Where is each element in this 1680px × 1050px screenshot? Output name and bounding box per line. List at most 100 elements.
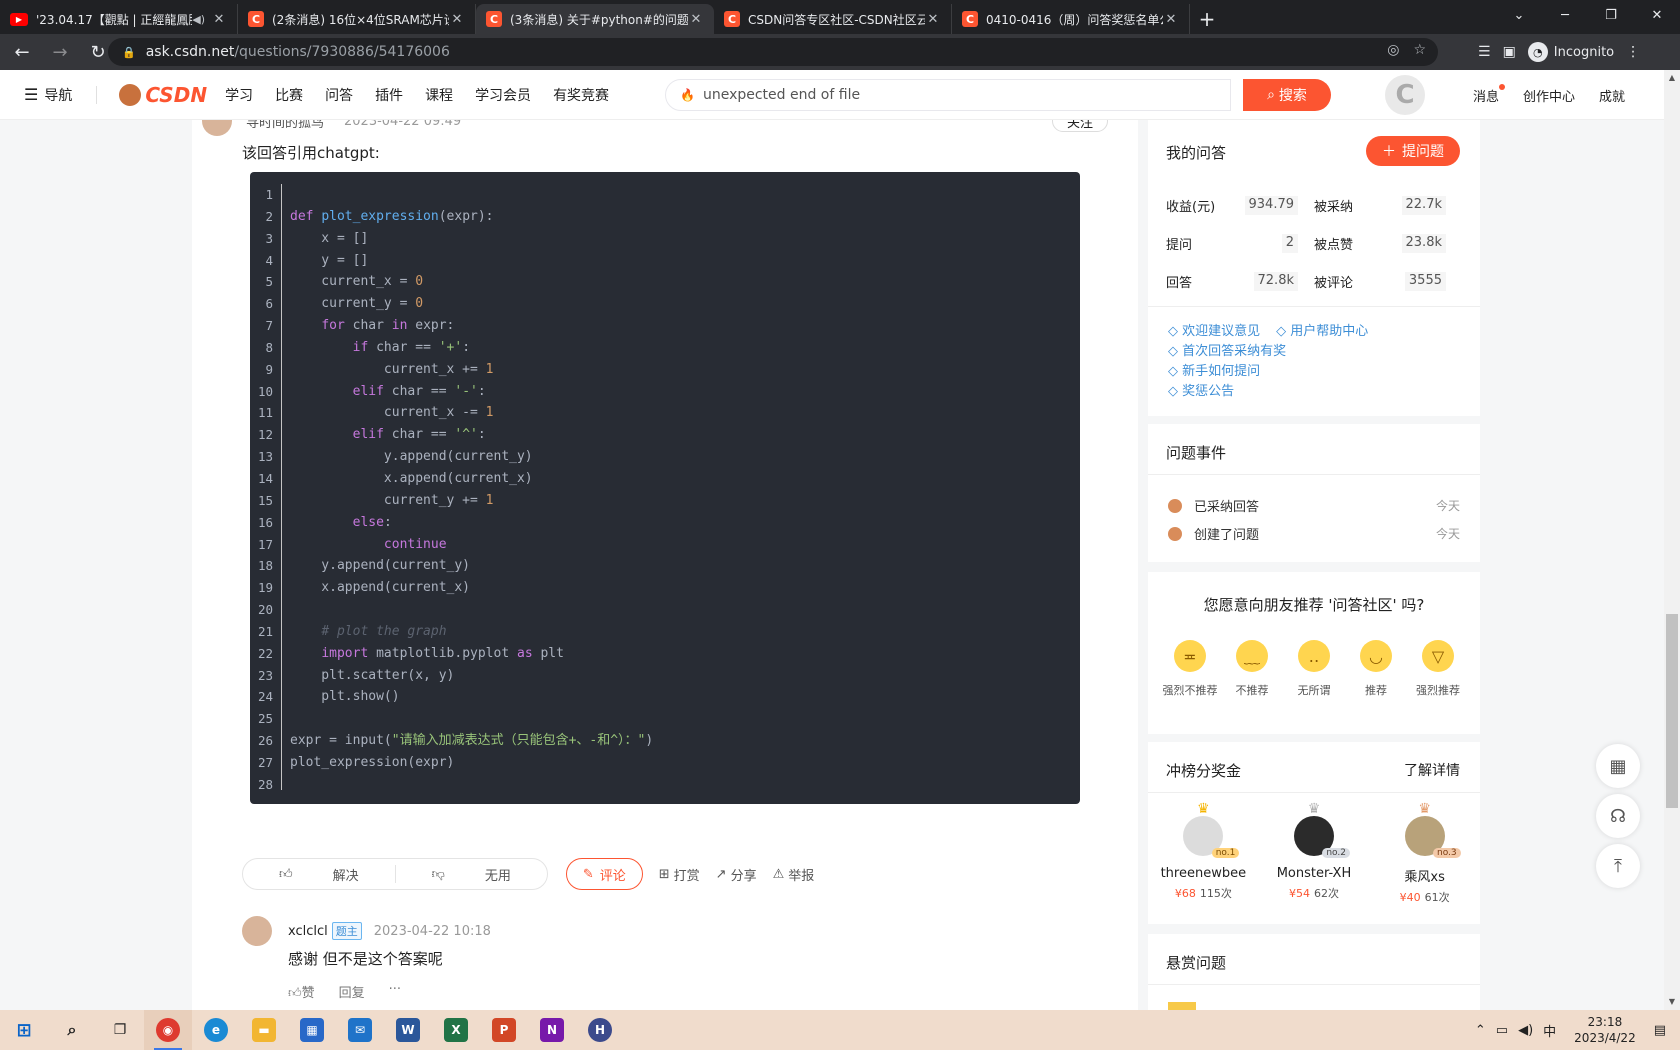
clock[interactable]: 23:18 2023/4/22: [1574, 1014, 1636, 1046]
reading-list-icon[interactable]: ☰: [1478, 44, 1491, 60]
scroll-down-icon[interactable]: ▼: [1664, 994, 1680, 1010]
nav-menu-button[interactable]: ☰ 导航: [24, 85, 72, 105]
close-tab-icon[interactable]: ✕: [211, 12, 227, 27]
taskbar-powerpoint[interactable]: P: [480, 1010, 528, 1050]
nav-item-contest[interactable]: 比赛: [275, 85, 303, 105]
address-bar[interactable]: 🔒 ask.csdn.net/questions/7930886/5417600…: [108, 38, 1438, 66]
incognito-indicator[interactable]: ◔ Incognito: [1527, 42, 1614, 62]
useless-button[interactable]: 👎︎ 无用: [396, 865, 547, 884]
comment-user[interactable]: xclclcl: [288, 924, 328, 939]
back-icon[interactable]: ←: [6, 36, 38, 68]
volume-icon[interactable]: ◀): [1518, 1023, 1533, 1038]
link-first-answer[interactable]: ◇ 首次回答采纳有奖: [1168, 342, 1368, 362]
reward-button[interactable]: ⊞ 打赏: [659, 865, 700, 884]
task-view[interactable]: ❐: [96, 1010, 144, 1050]
close-window-icon[interactable]: ✕: [1634, 0, 1680, 30]
taskbar-store[interactable]: ▦: [288, 1010, 336, 1050]
customer-service-button[interactable]: ☊: [1596, 794, 1640, 838]
scroll-up-icon[interactable]: ▲: [1664, 70, 1680, 86]
taskbar-explorer[interactable]: ▬: [240, 1010, 288, 1050]
rank-item[interactable]: ♛ no.3 乘风xs ¥40 61次: [1375, 802, 1475, 905]
rating-not[interactable]: ﹏ 不推荐: [1222, 640, 1282, 698]
search-input[interactable]: 🔥 unexpected end of file: [665, 79, 1231, 111]
taskbar-chrome[interactable]: ◉: [144, 1010, 192, 1050]
nav-item-learn[interactable]: 学习: [225, 85, 253, 105]
follow-button[interactable]: 关注: [1051, 120, 1108, 132]
nav-item-qa[interactable]: 问答: [325, 85, 353, 105]
restore-icon[interactable]: ❐: [1588, 0, 1634, 30]
csdn-logo[interactable]: CSDN: [119, 83, 207, 107]
messages-link[interactable]: 消息: [1473, 83, 1506, 105]
rating-recommend[interactable]: ◡ 推荐: [1346, 640, 1406, 698]
taskbar-app[interactable]: H: [576, 1010, 624, 1050]
user-avatar[interactable]: C: [1385, 75, 1425, 115]
back-to-top-button[interactable]: ⤒: [1596, 844, 1640, 888]
close-tab-icon[interactable]: ✕: [449, 12, 465, 27]
link-feedback[interactable]: ◇ 欢迎建议意见: [1168, 322, 1260, 342]
ime-indicator[interactable]: 中: [1543, 1021, 1556, 1040]
share-button[interactable]: ↗ 分享: [716, 865, 757, 884]
scroll-thumb[interactable]: [1666, 614, 1678, 808]
taskbar-edge[interactable]: e: [192, 1010, 240, 1050]
taskbar-onenote[interactable]: N: [528, 1010, 576, 1050]
nav-item-plugin[interactable]: 插件: [375, 85, 403, 105]
taskbar-mail[interactable]: ✉: [336, 1010, 384, 1050]
taskbar-search[interactable]: ⌕: [48, 1010, 96, 1050]
close-tab-icon[interactable]: ✕: [925, 12, 941, 27]
side-panel-icon[interactable]: ▣: [1503, 44, 1516, 60]
browser-tab-3[interactable]: C (3条消息) 关于#python#的问题, ✕: [476, 4, 714, 34]
ask-question-button[interactable]: ＋ 提问题: [1366, 136, 1460, 166]
solve-label: 解决: [332, 868, 359, 884]
browser-tab-1[interactable]: ▶ '23.04.17【觀點 | 正經龍鳳胎 ◀) ✕: [0, 4, 238, 34]
rating-strongly-not[interactable]: ≖ 强烈不推荐: [1160, 640, 1220, 698]
network-icon[interactable]: ▭: [1496, 1023, 1508, 1038]
browser-tab-2[interactable]: C (2条消息) 16位×4位SRAM芯片设 ✕: [238, 4, 476, 34]
avatar[interactable]: [242, 916, 272, 946]
browser-tab-5[interactable]: C 0410-0416（周）问答奖惩名单公 ✕: [952, 4, 1190, 34]
link-help-center[interactable]: ◇ 用户帮助中心: [1276, 322, 1368, 342]
taskbar-excel[interactable]: X: [432, 1010, 480, 1050]
lock-icon[interactable]: 🔒: [122, 46, 136, 59]
tab-search-icon[interactable]: ⌄: [1496, 0, 1542, 30]
menu-dots-icon[interactable]: ⋮: [1626, 44, 1640, 60]
nav-item-prize[interactable]: 有奖竞赛: [553, 85, 609, 105]
minimize-icon[interactable]: ─: [1542, 0, 1588, 30]
browser-tab-4[interactable]: C CSDN问答专区社区-CSDN社区云 ✕: [714, 4, 952, 34]
rank-item[interactable]: ♛ no.2 Monster-XH ¥54 62次: [1264, 802, 1364, 905]
nav-item-member[interactable]: 学习会员: [475, 85, 531, 105]
close-tab-icon[interactable]: ✕: [1163, 12, 1179, 27]
word-icon: W: [396, 1018, 420, 1042]
achievements-link[interactable]: 成就: [1599, 86, 1625, 105]
forward-icon[interactable]: →: [44, 36, 76, 68]
rating-neutral[interactable]: ‥ 无所谓: [1284, 640, 1344, 698]
answer-author[interactable]: 寻时间的孤鸟: [246, 120, 324, 131]
eye-off-icon[interactable]: ◎: [1387, 42, 1399, 58]
solve-button[interactable]: 👍︎ 解决: [243, 865, 395, 884]
notification-icon[interactable]: ▤: [1654, 1023, 1666, 1038]
page-scrollbar[interactable]: ▲ ▼: [1664, 70, 1680, 1010]
comment-button[interactable]: ✎ 评论: [565, 858, 643, 890]
like-button[interactable]: 👍︎赞: [288, 982, 315, 1001]
start-button[interactable]: ⊞: [0, 1010, 48, 1050]
creator-center-link[interactable]: 创作中心: [1523, 86, 1575, 105]
report-button[interactable]: ⚠ 举报: [773, 865, 815, 884]
nav-item-course[interactable]: 课程: [425, 85, 453, 105]
close-tab-icon[interactable]: ✕: [688, 12, 704, 27]
details-link[interactable]: 了解详情: [1404, 760, 1460, 780]
bookmark-star-icon[interactable]: ☆: [1413, 42, 1426, 58]
link-how-to-ask[interactable]: ◇ 新手如何提问: [1168, 362, 1368, 382]
rank-item[interactable]: ♛ no.1 threenewbee ¥68 115次: [1153, 802, 1253, 905]
chevron-up-icon[interactable]: ⌃: [1475, 1023, 1486, 1038]
more-button[interactable]: ···: [389, 982, 401, 1001]
rating-strongly[interactable]: ▽ 强烈推荐: [1408, 640, 1468, 698]
avatar[interactable]: [202, 120, 232, 136]
plus-icon: ＋: [1382, 144, 1396, 160]
speaker-icon[interactable]: ◀): [192, 13, 205, 26]
search-button[interactable]: ⌕ 搜索: [1243, 79, 1331, 111]
new-tab-button[interactable]: +: [1190, 4, 1224, 34]
qr-code-button[interactable]: ▦: [1596, 744, 1640, 788]
reply-button[interactable]: 回复: [339, 982, 365, 1001]
taskbar-word[interactable]: W: [384, 1010, 432, 1050]
link-announcement[interactable]: ◇ 奖惩公告: [1168, 382, 1368, 402]
thumb-down-icon: 👎︎: [431, 866, 445, 882]
